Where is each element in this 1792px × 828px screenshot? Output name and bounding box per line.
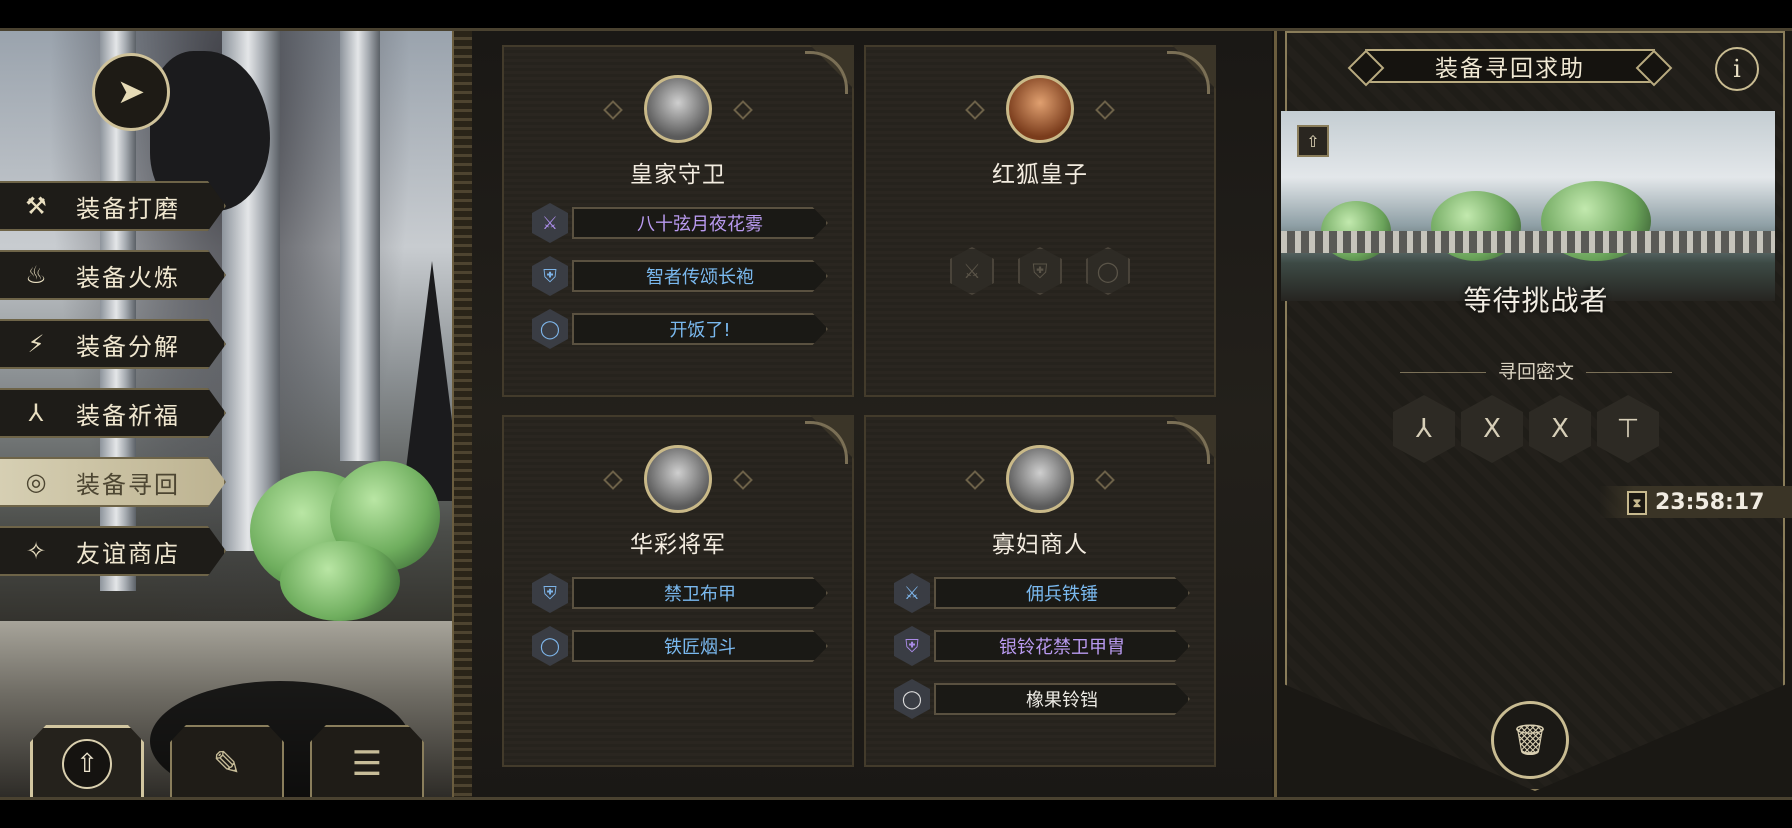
countdown-timer: ⧗ 23:58:17 [1599, 486, 1792, 518]
menu-item-label: 装备寻回 [76, 470, 180, 499]
equipment-name: 橡果铃铛 [934, 683, 1190, 715]
bottom-tab[interactable]: ☰ [310, 725, 424, 797]
delete-button[interactable]: 🗑 [1491, 701, 1569, 779]
menu-item-label: 装备分解 [76, 332, 180, 361]
equipment-slot[interactable]: ◯ 橡果铃铛 [894, 679, 1194, 719]
hourglass-icon: ⧗ [1627, 491, 1647, 515]
ring-icon[interactable]: ◯ [1086, 247, 1130, 295]
info-button[interactable]: i [1715, 47, 1759, 91]
npc-card[interactable]: 华彩将军 ⛨ 禁卫布甲 ◯ 铁匠烟斗 [502, 415, 854, 767]
cipher-rune: ꓫ [1529, 395, 1591, 463]
menu-item[interactable]: ⅄ 装备祈福 [0, 388, 226, 438]
trash-icon: 🗑 [1510, 722, 1550, 758]
cipher-rune: ⊤ [1597, 395, 1659, 463]
equipment-name: 智者传颂长袍 [572, 260, 828, 292]
challenge-banner: ⇧ [1281, 111, 1775, 301]
equipment-name: 开饭了! [572, 313, 828, 345]
equipment-slot[interactable]: ◯ 开饭了! [532, 309, 832, 349]
npc-name: 红狐皇子 [992, 162, 1088, 188]
equipment-name: 禁卫布甲 [572, 577, 828, 609]
target-icon: ◎ [25, 468, 47, 496]
menu-item[interactable]: ◎ 装备寻回 [0, 457, 226, 507]
equipment-slot[interactable]: ◯ 铁匠烟斗 [532, 626, 832, 666]
ring-icon: ◯ [894, 679, 930, 719]
equipment-name: 佣兵铁锤 [934, 577, 1190, 609]
game-frame: ➤ ⚒ 装备打磨 ♨ 装备火炼 ⚡ 装备分解 ⅄ 装备祈福 ◎ 装备寻回 ✧ 友谊商店 ⇧ ✎ ☰ 皇家守… [0, 28, 1792, 800]
hammer-icon: ⚒ [25, 192, 47, 220]
equipment-slot[interactable]: ⛨ 银铃花禁卫甲胄 [894, 626, 1194, 666]
equipment-slot[interactable]: ⛨ 禁卫布甲 [532, 573, 832, 613]
merchant-portrait [1006, 445, 1074, 513]
menu-item-label: 装备火炼 [76, 263, 180, 292]
feather-icon: ✎ [212, 744, 242, 784]
equipment-slot[interactable]: ⛨ 智者传颂长袍 [532, 256, 832, 296]
menu-item-label: 装备祈福 [76, 401, 180, 430]
sword-icon: ⚔ [532, 203, 568, 243]
side-menu: ⚒ 装备打磨 ♨ 装备火炼 ⚡ 装备分解 ⅄ 装备祈福 ◎ 装备寻回 ✧ 友谊商店 [0, 181, 226, 595]
lightning-circle-icon: ⚡ [27, 330, 45, 358]
bottom-tab-bar: ⇧ ✎ ☰ [30, 725, 424, 797]
fox-portrait [1006, 75, 1074, 143]
general-portrait [644, 445, 712, 513]
bottom-tab[interactable]: ⇧ [30, 725, 144, 797]
fox-head-icon: ✧ [25, 537, 47, 565]
equipment-name: 银铃花禁卫甲胄 [934, 630, 1190, 662]
menu-item[interactable]: ⚒ 装备打磨 [0, 181, 226, 231]
back-button[interactable]: ➤ [92, 53, 170, 131]
armor-icon: ⛨ [532, 573, 568, 613]
cipher-rune: ⅄ [1393, 395, 1455, 463]
equipment-slot[interactable]: ⚔ 佣兵铁锤 [894, 573, 1194, 613]
armor-icon[interactable]: ⛨ [1018, 247, 1062, 295]
info-icon: i [1733, 55, 1741, 83]
panel-title: 装备寻回求助 [1365, 49, 1655, 83]
empty-slot-row: ⚔ ⛨ ◯ [866, 247, 1214, 295]
menu-item[interactable]: ✧ 友谊商店 [0, 526, 226, 576]
menu-item-label: 装备打磨 [76, 194, 180, 223]
npc-card[interactable]: 皇家守卫 ⚔ 八十弦月夜花雾 ⛨ 智者传颂长袍 ◯ 开饭了! [502, 45, 854, 397]
cipher-runes: ⅄ ꓫ ꓫ ⊤ [1393, 395, 1659, 463]
upload-button[interactable]: ⇧ [1297, 125, 1329, 157]
timer-value: 23:58:17 [1655, 489, 1765, 515]
equipment-name: 铁匠烟斗 [572, 630, 828, 662]
challenge-status: 等待挑战者 [1463, 284, 1609, 317]
npc-name: 华彩将军 [630, 532, 726, 558]
menu-item[interactable]: ⚡ 装备分解 [0, 319, 226, 369]
bottom-tab[interactable]: ✎ [170, 725, 284, 797]
up-arrow-icon: ⇧ [1306, 131, 1320, 151]
ring-icon: ◯ [532, 626, 568, 666]
knight-portrait [644, 75, 712, 143]
sword-icon[interactable]: ⚔ [950, 247, 994, 295]
flame-icon: ♨ [25, 261, 47, 289]
npc-card[interactable]: 寡妇商人 ⚔ 佣兵铁锤 ⛨ 银铃花禁卫甲胄 ◯ 橡果铃铛 [864, 415, 1216, 767]
armor-icon: ⛨ [894, 626, 930, 666]
npc-card[interactable]: 红狐皇子 ⚔ ⛨ ◯ [864, 45, 1216, 397]
npc-name: 皇家守卫 [630, 162, 726, 188]
npc-name: 寡妇商人 [992, 532, 1088, 558]
sword-icon: ⚔ [894, 573, 930, 613]
menu-item-label: 友谊商店 [76, 539, 180, 568]
upload-doc-icon: ⇧ [62, 739, 112, 789]
equipment-name: 八十弦月夜花雾 [572, 207, 828, 239]
ring-icon: ◯ [532, 309, 568, 349]
praying-hands-icon: ⅄ [28, 399, 44, 427]
list-icon: ☰ [351, 744, 383, 784]
cipher-label: 寻回密文 [1277, 357, 1792, 384]
cipher-rune: ꓫ [1461, 395, 1523, 463]
recovery-help-panel: 装备寻回求助 i ⇧ 等待挑战者 寻回密文 ⅄ ꓫ ꓫ ⊤ ⧗ 23:58:17 🗑 [1274, 31, 1792, 797]
equipment-slot[interactable]: ⚔ 八十弦月夜花雾 [532, 203, 832, 243]
menu-item[interactable]: ♨ 装备火炼 [0, 250, 226, 300]
armor-icon: ⛨ [532, 256, 568, 296]
back-arrow-icon: ➤ [116, 72, 146, 112]
npc-board: 皇家守卫 ⚔ 八十弦月夜花雾 ⛨ 智者传颂长袍 ◯ 开饭了! 红狐皇子 ⚔ ⛨ ◯ 华彩将军 ⛨ 禁卫… [472, 31, 1272, 797]
